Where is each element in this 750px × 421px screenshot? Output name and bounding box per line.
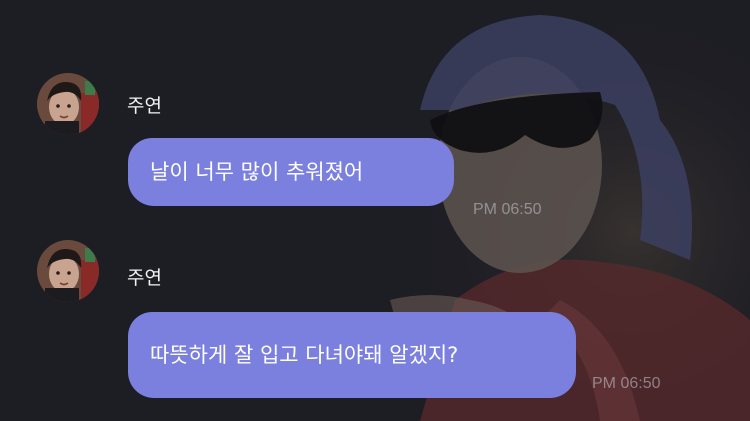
- message-text: 날이 너무 많이 추워졌어: [150, 160, 364, 184]
- message-timestamp: PM 06:50: [473, 201, 542, 218]
- message-bubble[interactable]: 날이 너무 많이 추워졌어: [128, 138, 454, 206]
- sender-avatar[interactable]: [37, 240, 99, 302]
- sender-name: 주연: [127, 95, 162, 117]
- profile-photo-icon: [37, 240, 99, 302]
- chat-thread: 주연 날이 너무 많이 추워졌어 PM 06:50 주연 따뜻하게 잘 입고 다…: [0, 0, 750, 421]
- profile-photo-icon: [37, 73, 99, 135]
- message-text: 따뜻하게 잘 입고 다녀야돼 알겠지?: [150, 343, 459, 367]
- sender-avatar[interactable]: [37, 73, 99, 135]
- message-bubble[interactable]: 따뜻하게 잘 입고 다녀야돼 알겠지?: [128, 312, 576, 398]
- message-timestamp: PM 06:50: [592, 375, 661, 392]
- sender-name: 주연: [127, 267, 162, 289]
